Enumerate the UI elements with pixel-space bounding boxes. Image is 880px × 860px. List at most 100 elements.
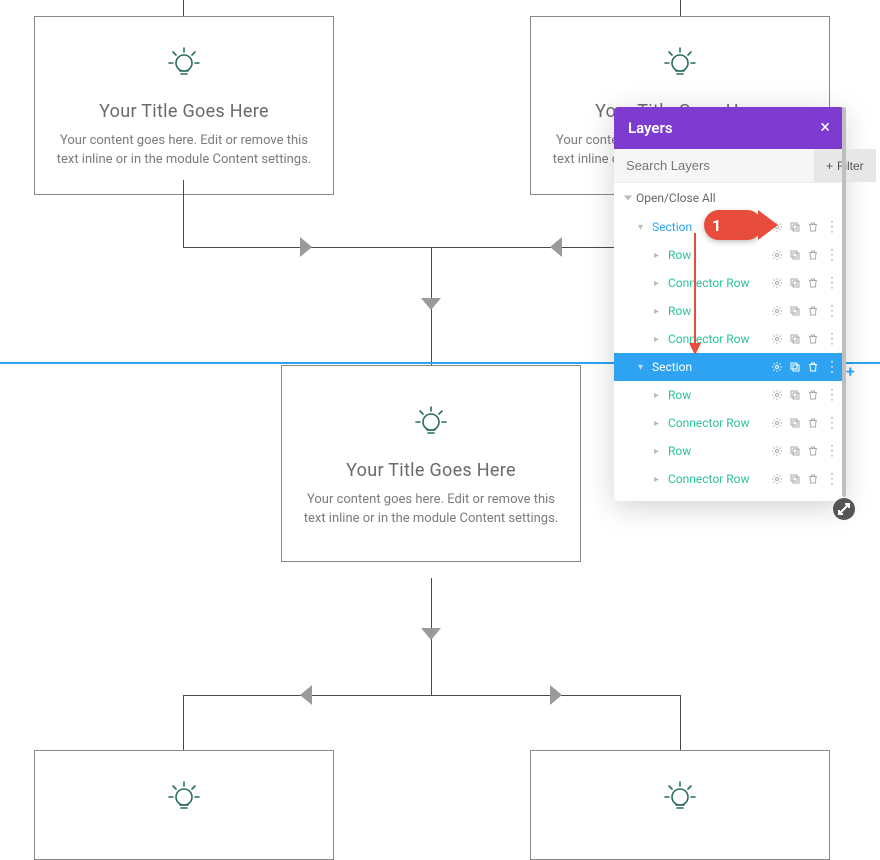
layer-item-actions: ⋮: [771, 248, 838, 262]
blurb-card[interactable]: Your Title Goes Here Your content goes h…: [34, 16, 334, 195]
search-input[interactable]: [614, 149, 814, 182]
caret-right-icon[interactable]: ▸: [654, 334, 664, 345]
trash-icon[interactable]: [807, 417, 819, 429]
gear-icon[interactable]: [771, 277, 783, 289]
duplicate-icon[interactable]: [789, 473, 801, 485]
duplicate-icon[interactable]: [789, 361, 801, 373]
blurb-content: Your content goes here. Edit or remove t…: [300, 491, 562, 529]
trash-icon[interactable]: [807, 221, 819, 233]
layer-item[interactable]: ▸Connector Row⋮: [614, 269, 844, 297]
callout-arrow: [694, 233, 696, 353]
caret-down-icon[interactable]: ▾: [638, 222, 648, 233]
caret-down-icon[interactable]: ▾: [638, 362, 648, 373]
layer-item[interactable]: ▸Row⋮: [614, 297, 844, 325]
layer-item-label: Connector Row: [668, 332, 771, 346]
caret-right-icon[interactable]: ▸: [654, 250, 664, 261]
connector-arrow-down-icon: [421, 298, 441, 310]
resize-handle[interactable]: [833, 498, 855, 520]
plus-icon: +: [826, 159, 833, 173]
duplicate-icon[interactable]: [789, 277, 801, 289]
duplicate-icon[interactable]: [789, 389, 801, 401]
duplicate-icon[interactable]: [789, 221, 801, 233]
duplicate-icon[interactable]: [789, 417, 801, 429]
blurb-card[interactable]: Your Title Goes Here Your content goes h…: [281, 365, 581, 562]
gear-icon[interactable]: [771, 445, 783, 457]
more-icon[interactable]: ⋮: [825, 444, 838, 458]
close-icon[interactable]: ×: [820, 119, 830, 137]
caret-right-icon[interactable]: ▸: [654, 474, 664, 485]
trash-icon[interactable]: [807, 389, 819, 401]
connector-line: [183, 0, 184, 17]
layer-item-actions: ⋮: [771, 220, 838, 234]
layer-item[interactable]: ▸Connector Row⋮: [614, 409, 844, 437]
duplicate-icon[interactable]: [789, 249, 801, 261]
builder-canvas[interactable]: Your Title Goes Here Your content goes h…: [0, 0, 880, 835]
lightbulb-icon: [657, 43, 703, 83]
more-icon[interactable]: ⋮: [825, 276, 838, 290]
caret-right-icon[interactable]: ▸: [654, 446, 664, 457]
layer-item[interactable]: ▸Row⋮: [614, 381, 844, 409]
add-section-button[interactable]: +: [846, 362, 855, 381]
blurb-card[interactable]: [34, 750, 334, 860]
more-icon[interactable]: ⋮: [825, 248, 838, 262]
layer-item[interactable]: ▸ Connector Row ⋮: [614, 325, 844, 353]
trash-icon[interactable]: [807, 333, 819, 345]
caret-right-icon[interactable]: ▸: [654, 306, 664, 317]
layer-item-actions: ⋮: [771, 360, 838, 374]
lightbulb-icon: [161, 777, 207, 817]
layer-item-actions: ⋮: [771, 304, 838, 318]
caret-right-icon[interactable]: ▸: [654, 418, 664, 429]
layers-list: ▾Section⋮▸Row⋮▸Connector Row⋮▸Row⋮▸Conne…: [614, 213, 844, 501]
more-icon[interactable]: ⋮: [825, 416, 838, 430]
duplicate-icon[interactable]: [789, 333, 801, 345]
connector-arrow-down-icon: [421, 628, 441, 640]
layer-item[interactable]: ▸ Row ⋮: [614, 437, 844, 465]
layer-item[interactable]: ▸Connector Row⋮: [614, 465, 844, 493]
trash-icon[interactable]: [807, 249, 819, 261]
trash-icon[interactable]: [807, 445, 819, 457]
open-close-all-label: Open/Close All: [636, 191, 716, 205]
blurb-content: Your content goes here. Edit or remove t…: [53, 132, 315, 170]
gear-icon[interactable]: [771, 417, 783, 429]
layer-item-label: Row: [668, 444, 771, 458]
caret-right-icon[interactable]: ▸: [654, 278, 664, 289]
gear-icon[interactable]: [771, 473, 783, 485]
lightbulb-icon: [408, 402, 454, 442]
lightbulb-icon: [657, 777, 703, 817]
trash-icon[interactable]: [807, 305, 819, 317]
blurb-title: Your Title Goes Here: [53, 101, 315, 122]
resize-icon: [837, 502, 851, 516]
trash-icon[interactable]: [807, 277, 819, 289]
gear-icon[interactable]: [771, 333, 783, 345]
gear-icon[interactable]: [771, 249, 783, 261]
layers-panel-header[interactable]: Layers ×: [614, 107, 844, 149]
more-icon[interactable]: ⋮: [825, 388, 838, 402]
more-icon[interactable]: ⋮: [825, 360, 838, 374]
connector-arrow-right-icon: [300, 237, 312, 257]
duplicate-icon[interactable]: [789, 445, 801, 457]
caret-right-icon[interactable]: ▸: [654, 390, 664, 401]
panel-scrollbar[interactable]: [842, 107, 846, 497]
trash-icon[interactable]: [807, 473, 819, 485]
layers-search-row: + Filter: [614, 149, 844, 183]
duplicate-icon[interactable]: [789, 305, 801, 317]
connector-line: [183, 180, 184, 247]
blurb-card[interactable]: [530, 750, 830, 860]
gear-icon[interactable]: [771, 389, 783, 401]
more-icon[interactable]: ⋮: [825, 332, 838, 346]
connector-arrow-left-icon: [300, 685, 312, 705]
more-icon[interactable]: ⋮: [825, 220, 838, 234]
more-icon[interactable]: ⋮: [825, 472, 838, 486]
more-icon[interactable]: ⋮: [825, 304, 838, 318]
open-close-all-toggle[interactable]: Open/Close All: [614, 183, 844, 213]
lightbulb-icon: [161, 43, 207, 83]
connector-line: [680, 0, 681, 17]
layer-item[interactable]: ▾Section⋮: [614, 353, 844, 381]
gear-icon[interactable]: [771, 361, 783, 373]
trash-icon[interactable]: [807, 361, 819, 373]
gear-icon[interactable]: [771, 305, 783, 317]
layer-item[interactable]: ▸Row⋮: [614, 241, 844, 269]
layers-panel[interactable]: Layers × + Filter Open/Close All ▾Sectio…: [614, 107, 844, 501]
connector-line: [680, 695, 681, 750]
layer-item-actions: ⋮: [771, 388, 838, 402]
